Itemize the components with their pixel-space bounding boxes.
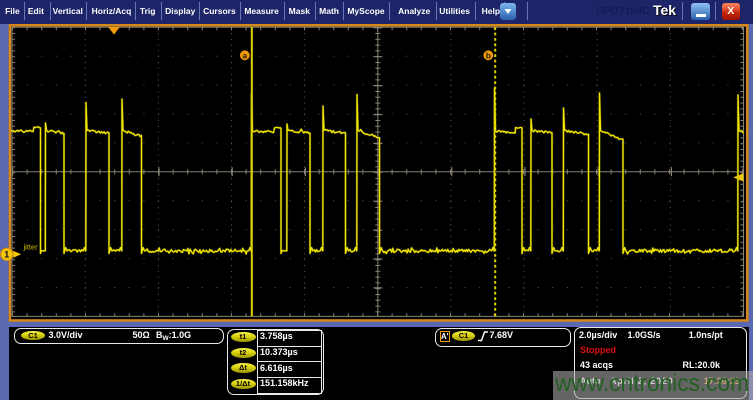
svg-text:jitter: jitter [23,243,39,252]
svg-text:1: 1 [4,250,9,260]
svg-text:b: b [486,50,491,60]
svg-text:www.cntronics.com: www.cntronics.com [554,371,749,397]
svg-text:a: a [242,50,247,60]
